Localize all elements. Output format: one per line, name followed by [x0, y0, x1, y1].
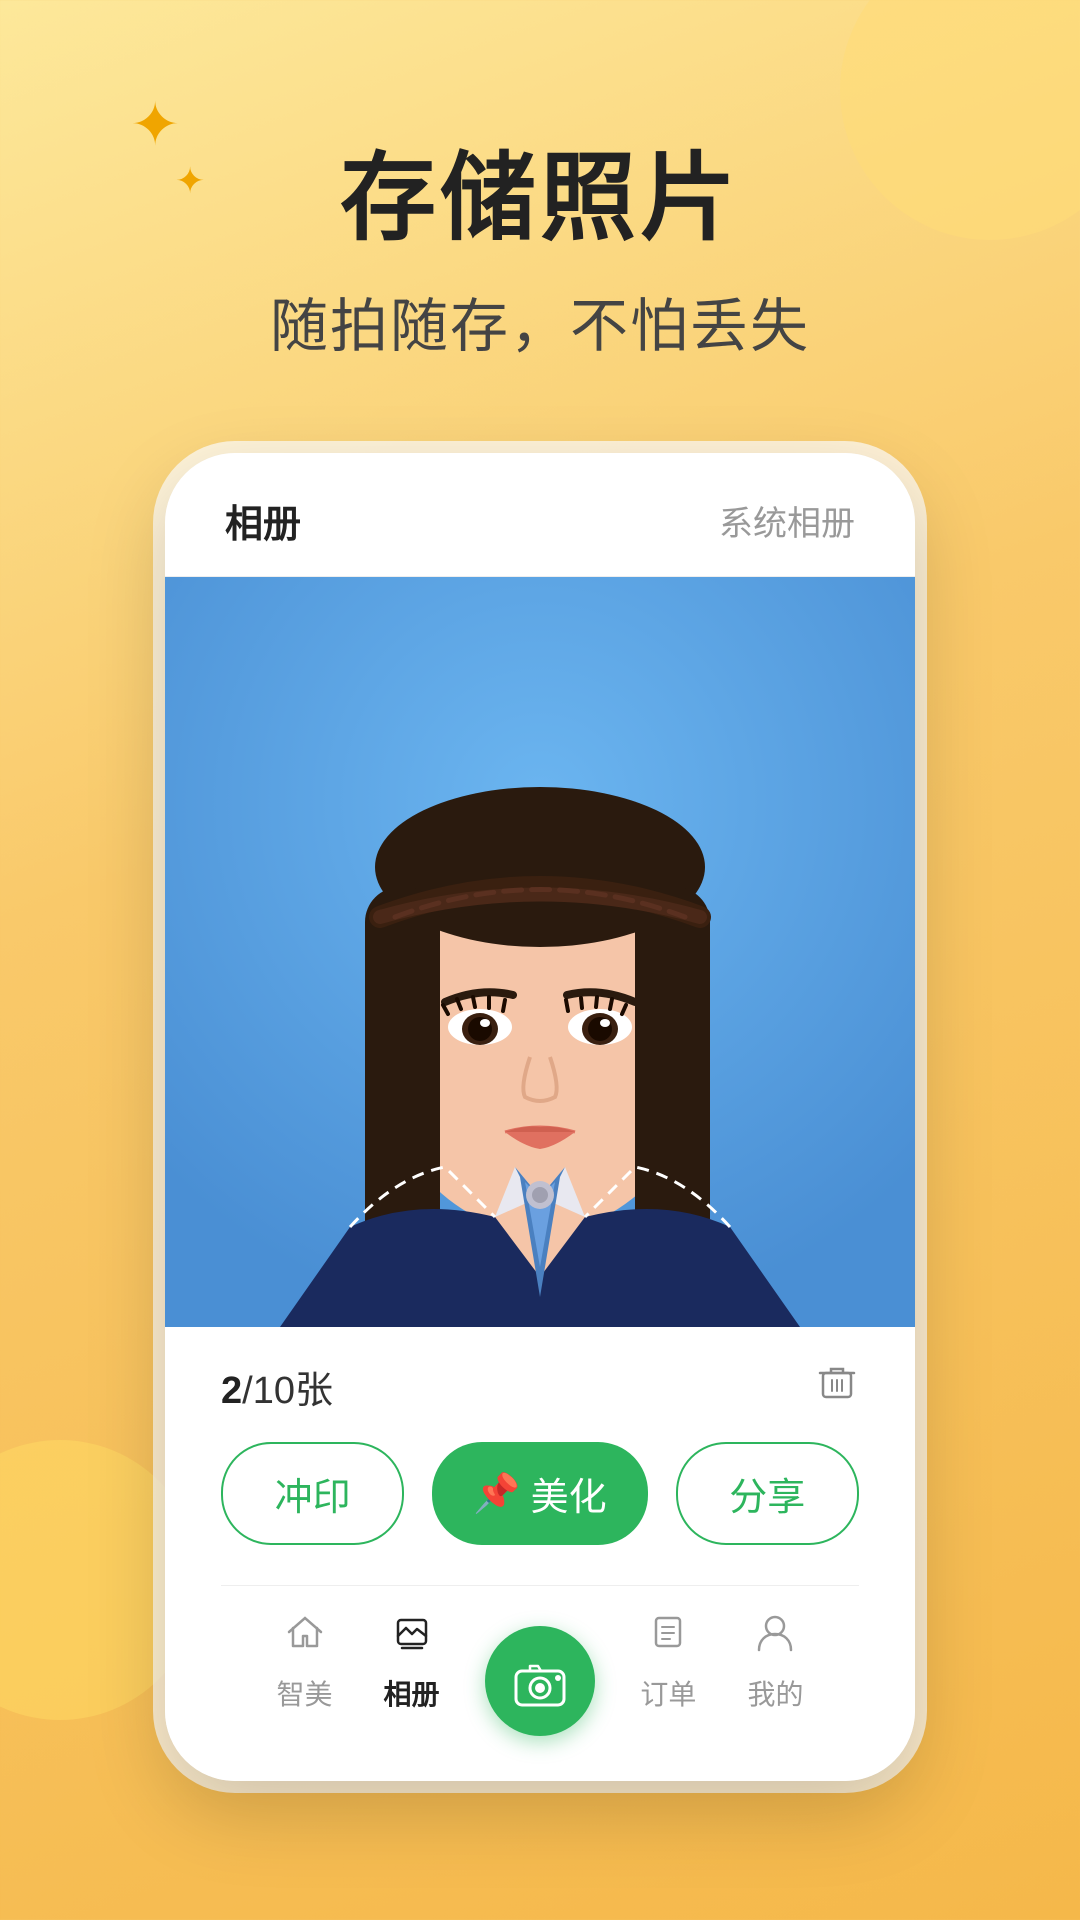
photo-count: 2/10张 [221, 1359, 333, 1414]
beautify-button[interactable]: 📌 美化 [432, 1442, 647, 1545]
orders-icon [646, 1610, 690, 1665]
nav-label-orders: 订单 [640, 1673, 696, 1713]
sub-title: 随拍随存，不怕丢失 [80, 279, 1000, 363]
pin-icon: 📌 [473, 1472, 520, 1516]
photo-display [165, 577, 915, 1327]
print-button[interactable]: 冲印 [221, 1442, 404, 1545]
nav-label-home: 智美 [277, 1673, 333, 1713]
nav-item-album[interactable]: 相册 [358, 1610, 465, 1713]
star-small-icon: ✦ [175, 160, 205, 202]
delete-button[interactable] [815, 1359, 859, 1414]
header-section: ✦ ✦ 存储照片 随拍随存，不怕丢失 [0, 0, 1080, 423]
nav-item-mine[interactable]: 我的 [722, 1610, 829, 1713]
action-buttons: 冲印 📌 美化 分享 [221, 1442, 859, 1545]
camera-button[interactable] [485, 1626, 595, 1736]
phone-mockup: 相册 系统相册 [165, 453, 915, 1781]
count-current: 2 [221, 1370, 242, 1412]
beautify-label: 美化 [531, 1466, 607, 1521]
main-title: 存储照片 [80, 120, 1000, 259]
portrait-svg [165, 577, 915, 1327]
phone-topbar: 相册 系统相册 [165, 453, 915, 577]
nav-item-orders[interactable]: 订单 [615, 1610, 722, 1713]
home-icon [283, 1610, 327, 1665]
phone-content-area: 2/10张 冲印 📌 美化 分享 [165, 1327, 915, 1781]
nav-label-album: 相册 [384, 1673, 440, 1713]
mine-icon [753, 1610, 797, 1665]
tab-album[interactable]: 相册 [225, 493, 301, 548]
bottom-nav: 智美 相册 [221, 1585, 859, 1749]
album-icon [390, 1610, 434, 1665]
count-row: 2/10张 [221, 1359, 859, 1414]
nav-item-home[interactable]: 智美 [251, 1610, 358, 1713]
nav-label-mine: 我的 [747, 1673, 803, 1713]
tab-system-album[interactable]: 系统相册 [719, 496, 855, 545]
share-button[interactable]: 分享 [676, 1442, 859, 1545]
star-large-icon: ✦ [130, 90, 180, 160]
